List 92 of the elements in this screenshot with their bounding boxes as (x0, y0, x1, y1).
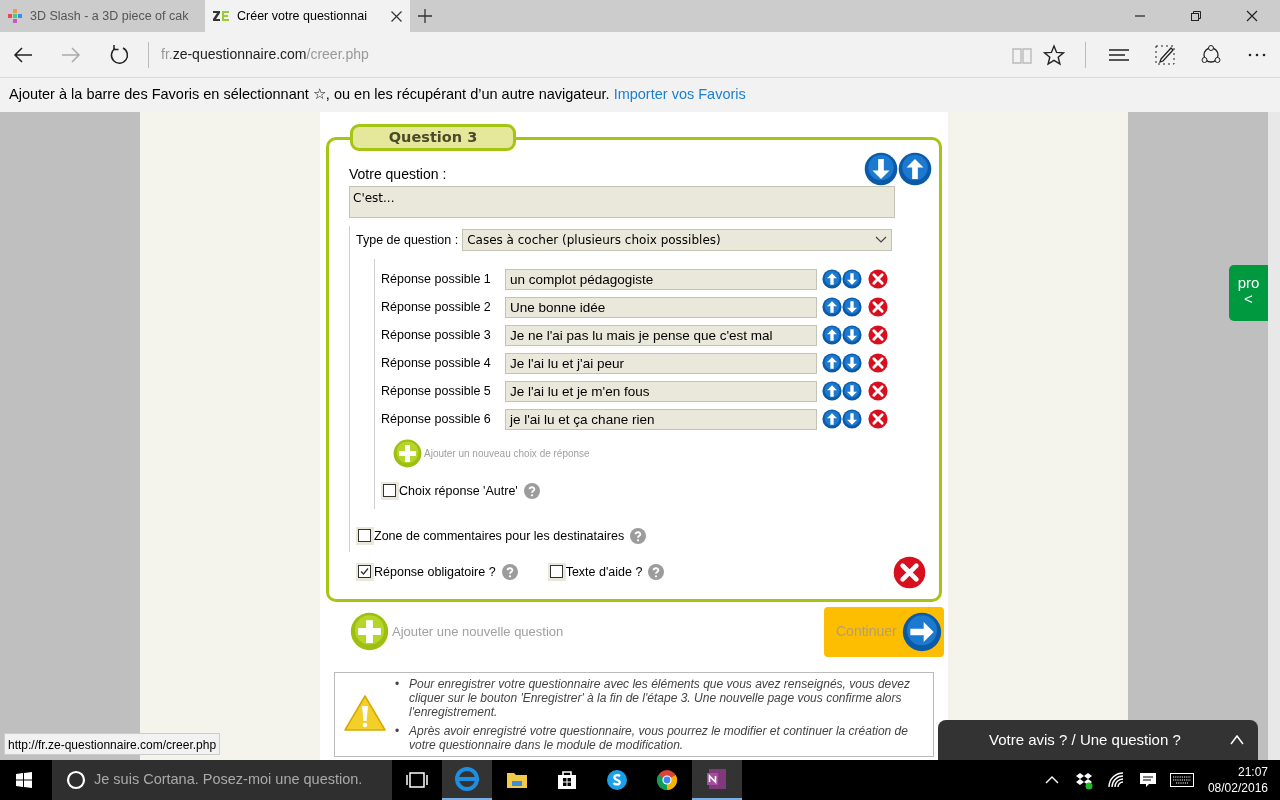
question-field[interactable]: C'est... (349, 186, 895, 218)
move-up-icon[interactable] (822, 297, 842, 317)
move-up-icon[interactable] (822, 381, 842, 401)
feedback-bar[interactable]: Votre avis ? / Une question ? (938, 720, 1258, 760)
search-field[interactable]: Je suis Cortana. Posez-moi une question. (52, 760, 392, 800)
move-down-icon[interactable] (842, 353, 862, 373)
favorites-hint: Ajouter à la barre des Favoris en sélectionnant ☆, ou en les récupérant d’un autre navigateur. (9, 85, 610, 105)
question-label: Votre question : (349, 165, 447, 184)
store-icon (555, 768, 579, 792)
pen-icon[interactable] (1154, 43, 1176, 66)
question-heading: Question 3 (350, 124, 516, 151)
bullet-mark: • (395, 723, 401, 740)
close-icon[interactable] (1245, 9, 1259, 23)
cortana-circle-icon (66, 770, 86, 790)
star-icon[interactable] (1043, 43, 1065, 66)
wifi-icon[interactable] (1105, 770, 1126, 790)
answer-field[interactable]: Je ne l'ai pas lu mais je pense que c'est mal (505, 324, 817, 346)
check-icon (359, 566, 370, 577)
chrome-icon (655, 768, 679, 792)
answer-field[interactable]: Je l'ai lu et je m'en fous (505, 380, 817, 402)
answer-label: Réponse possible 5 (381, 382, 492, 400)
answer-label: Réponse possible 4 (381, 354, 492, 372)
refresh-icon[interactable] (108, 43, 130, 66)
notebook-icon (705, 767, 729, 791)
help-icon[interactable] (648, 564, 665, 580)
move-down-icon[interactable] (842, 297, 862, 317)
answer-field[interactable]: Une bonne idée (505, 296, 817, 318)
pro-tab-arrow[interactable]: < (1229, 291, 1268, 307)
move-down-icon[interactable] (842, 269, 862, 289)
answer-field[interactable]: je l'ai lu et ça chane rien (505, 408, 817, 430)
answer-field[interactable]: Je l'ai lu et j'ai peur (505, 352, 817, 374)
arrow-right-icon (902, 611, 942, 652)
move-down-icon[interactable] (842, 381, 862, 401)
share-icon[interactable] (1200, 43, 1222, 66)
keyboard-icon[interactable] (1169, 773, 1194, 787)
delete-icon[interactable] (868, 409, 888, 429)
delete-question-icon[interactable] (893, 555, 926, 589)
help-icon[interactable] (501, 564, 518, 580)
status-url: http://fr.ze-questionnaire.com/creer.php (4, 733, 221, 755)
option-label: Texte d'aide ? (565, 563, 643, 581)
move-down-icon[interactable] (842, 325, 862, 345)
windows-icon[interactable] (16, 772, 32, 788)
option-label: Zone de commentaires pour les destinataires (374, 527, 625, 545)
scrollbar[interactable] (1268, 112, 1280, 760)
checkbox[interactable] (381, 482, 399, 501)
delete-icon[interactable] (868, 297, 888, 317)
notification-icon[interactable] (1137, 770, 1158, 790)
import-favorites-link[interactable]: Importer vos Favoris (613, 84, 746, 106)
move-up-icon[interactable] (898, 152, 932, 186)
browser-e-button[interactable] (442, 760, 492, 800)
type-label: Type de question : (356, 231, 459, 249)
delete-icon[interactable] (868, 325, 888, 345)
checkbox[interactable] (547, 563, 566, 581)
move-up-icon[interactable] (822, 325, 842, 345)
chevron-down-icon (875, 236, 888, 244)
delete-icon[interactable] (868, 353, 888, 373)
answer-label: Réponse possible 6 (381, 410, 492, 428)
clock-time[interactable]: 21:07 (1237, 764, 1268, 780)
answer-label: Réponse possible 2 (381, 298, 492, 316)
checkbox[interactable] (356, 563, 374, 581)
browser-tab[interactable]: 3D Slash - a 3D piece of cak (0, 0, 205, 32)
answer-field[interactable]: un complot pédagogiste (505, 268, 817, 290)
restore-icon[interactable] (1189, 9, 1203, 23)
browser-e-icon (455, 767, 479, 791)
move-up-icon[interactable] (822, 269, 842, 289)
site-logo-icon (213, 11, 229, 21)
pro-tab-label[interactable]: pro (1229, 275, 1268, 291)
answer-label: Réponse possible 1 (381, 270, 492, 288)
option-label: Choix réponse 'Autre' (399, 483, 518, 500)
help-icon[interactable] (523, 483, 540, 500)
notice-text: Pour enregistrer votre questionnaire avec les éléments que vous avez renseignés, vous devez cliquer sur le bouton 'Enregistrer' à la fin de l'étape 3. Une nouvelle page vous confirme alors l'enregistrement. (409, 676, 911, 720)
chat-app-icon (605, 768, 629, 792)
notice-text: Après avoir enregistré votre questionnaire, vous pourrez le modifier et continuer la création de votre questionnaire dans le module de modification. (409, 723, 909, 753)
new-tab-icon[interactable] (418, 9, 432, 23)
option-label: Réponse obligatoire ? (374, 563, 496, 581)
notebook-button[interactable] (692, 760, 742, 800)
colored-squares-icon (8, 9, 22, 23)
move-down-icon[interactable] (842, 409, 862, 429)
question-type-dropdown[interactable]: Cases à cocher (plusieurs choix possibles) (462, 229, 893, 251)
close-icon[interactable] (391, 10, 402, 22)
checkbox[interactable] (356, 527, 374, 546)
move-down-icon[interactable] (864, 152, 898, 186)
browser-tab[interactable]: Créer votre questionnai (205, 0, 410, 32)
move-up-icon[interactable] (822, 353, 842, 373)
answer-label: Réponse possible 3 (381, 326, 492, 344)
caret-up-icon[interactable] (1230, 735, 1244, 745)
delete-icon[interactable] (868, 381, 888, 401)
help-icon[interactable] (630, 528, 647, 545)
delete-icon[interactable] (868, 269, 888, 289)
move-up-icon[interactable] (822, 409, 842, 429)
bullet-mark: • (395, 676, 401, 693)
clock-date[interactable]: 08/02/2016 (1207, 780, 1268, 796)
